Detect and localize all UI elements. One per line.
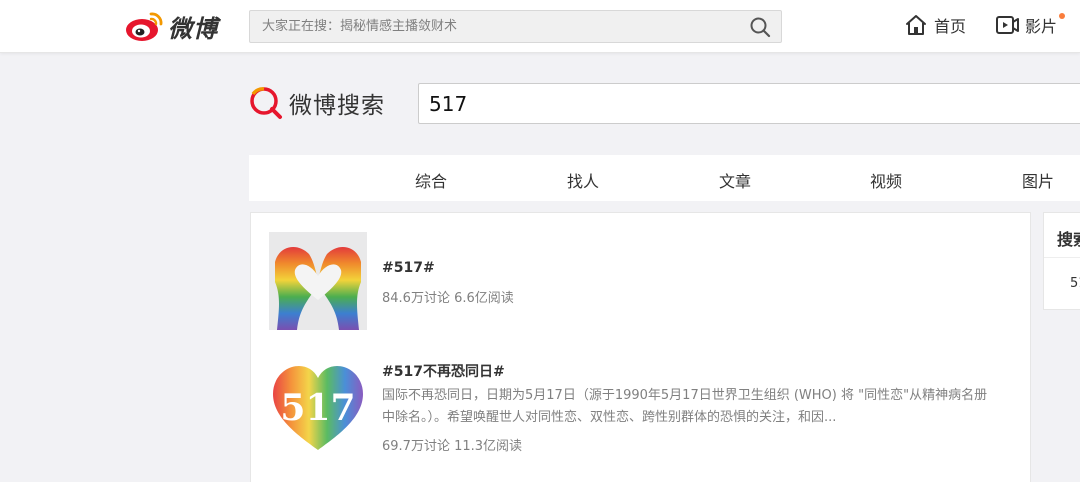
tab-people[interactable]: 找人 (567, 168, 599, 192)
notification-dot (1059, 13, 1066, 19)
side-panel-item[interactable]: 517 (1070, 276, 1080, 291)
tab-videos[interactable]: 视频 (870, 168, 902, 192)
divider (1044, 257, 1080, 258)
description-line: 国际不再恐同日，日期为5月17日（源于1990年5月17日世界卫生组织 (WHO… (382, 388, 988, 403)
top-nav-bar: 微博 首页 影片 (0, 0, 1080, 53)
topic-stats: 84.6万讨论 6.6亿阅读 (382, 291, 514, 306)
topic-results-card: #517# 84.6万讨论 6.6亿阅读 517 #517不再恐同日# 国际不再… (250, 212, 1031, 482)
search-icon[interactable] (749, 16, 771, 38)
side-panel: 搜索 517 (1043, 212, 1080, 310)
main-search-box (418, 83, 1080, 124)
topic-stats: 69.7万讨论 11.3亿阅读 (382, 439, 523, 454)
top-search-input[interactable] (250, 11, 740, 42)
topic-description: 国际不再恐同日，日期为5月17日（源于1990年5月17日世界卫生组织 (WHO… (382, 385, 1002, 429)
main-search-input[interactable] (419, 84, 1080, 123)
topic-title[interactable]: #517# (382, 260, 435, 276)
topic-image-rainbow-hands[interactable] (269, 232, 367, 330)
tab-articles[interactable]: 文章 (719, 168, 751, 192)
weibo-logo[interactable]: 微博 (124, 8, 218, 44)
topic-image-rainbow-heart[interactable]: 517 (269, 358, 367, 456)
home-icon (906, 15, 926, 35)
rainbow-hands-image (269, 232, 367, 330)
logo-text: 微博 (168, 14, 218, 43)
weibo-search-logo-text: 微博搜索 (289, 93, 385, 119)
nav-home-label: 首页 (934, 17, 967, 36)
weibo-search-logo[interactable]: 微博搜索 (249, 86, 385, 120)
rainbow-heart-image: 517 (269, 358, 367, 456)
search-tabs: 综合 找人 文章 视频 图片 (249, 155, 1080, 201)
weibo-eye-icon (126, 12, 163, 41)
top-search-box (249, 10, 782, 43)
description-line: 中除名。）。希望唤醒世人对同性恋、双性恋、跨性别群体的恐惧的关注，和因... (382, 410, 837, 425)
side-panel-title: 搜索 (1057, 230, 1080, 249)
tab-comprehensive[interactable]: 综合 (415, 168, 447, 192)
nav-video-label: 影片 (1025, 17, 1058, 36)
nav-video[interactable]: 影片 (995, 13, 1066, 37)
tab-images[interactable]: 图片 (1022, 168, 1054, 192)
heart-517-text: 517 (280, 387, 355, 429)
weibo-search-logo-icon (250, 87, 282, 119)
nav-home[interactable]: 首页 (904, 13, 966, 37)
topic-title[interactable]: #517不再恐同日# (382, 361, 505, 381)
video-icon (996, 16, 1019, 34)
